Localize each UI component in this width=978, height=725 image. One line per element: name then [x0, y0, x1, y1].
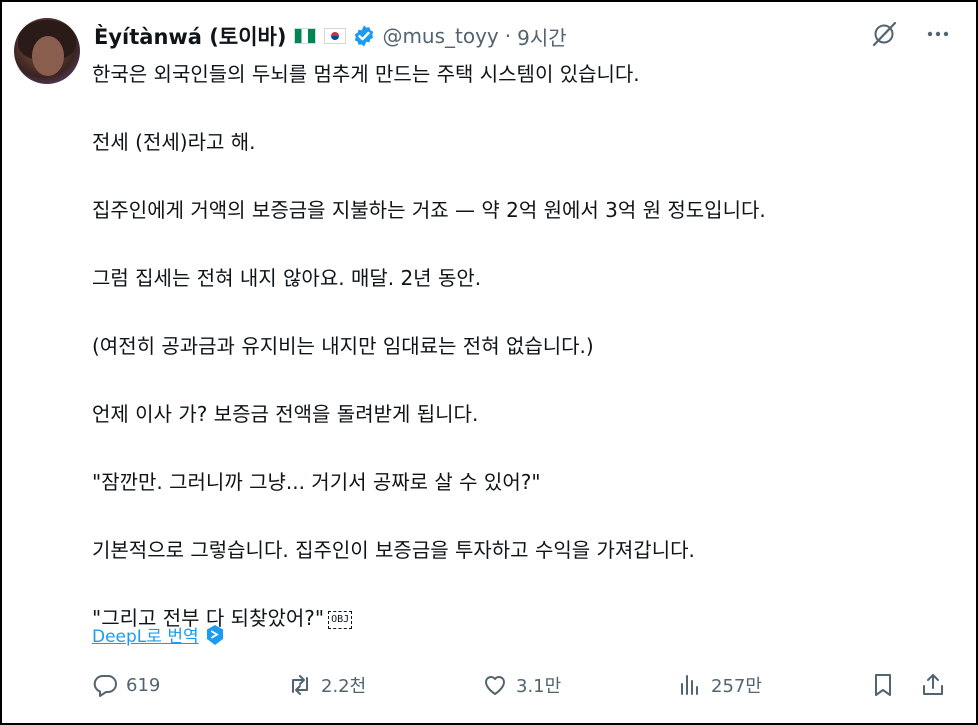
post-paragraph: "잠깐만. 그러니까 그냥... 거기서 공짜로 살 수 있어?" — [92, 470, 541, 494]
post-paragraph: (여전히 공과금과 유지비는 내지만 임대료는 전혀 없습니다.) — [92, 334, 594, 358]
retweet-icon — [292, 675, 308, 695]
post-paragraph: 집주인에게 거액의 보증금을 지불하는 거죠 — 약 2억 원에서 3억 원 정… — [92, 198, 766, 222]
views-button[interactable]: 257만 — [677, 672, 762, 698]
post-card: Èyítànwá (토이바) @mus_toyy · 9시간 한국은 외국인들의… — [0, 0, 978, 725]
separator-dot: · — [504, 24, 512, 48]
post-paragraph: 언제 이사 가? 보증금 전액을 돌려받게 됩니다. — [92, 402, 479, 426]
share-icon — [923, 674, 943, 695]
repost-button[interactable]: 2.2천 — [287, 672, 366, 698]
post-actions-bar: 619 2.2천 3.1만 257만 — [92, 672, 952, 706]
post-paragraph: 그럼 집세는 전혀 내지 않아요. 매달. 2년 동안. — [92, 266, 482, 290]
bookmark-icon — [875, 674, 891, 696]
translate-link[interactable]: DeepL로 번역 — [92, 622, 199, 647]
more-icon[interactable] — [924, 20, 952, 48]
like-count: 3.1만 — [516, 676, 562, 697]
post-paragraph: 한국은 외국인들의 두뇌를 멈추게 만드는 주택 시스템이 있습니다. — [92, 62, 640, 86]
reply-count: 619 — [126, 674, 161, 696]
like-icon — [485, 676, 505, 695]
like-button[interactable]: 3.1만 — [482, 672, 561, 698]
nigeria-flag-icon — [294, 28, 317, 44]
deepl-icon — [206, 624, 223, 645]
reply-button[interactable]: 619 — [92, 672, 160, 698]
object-replacement-glyph: OBJ — [328, 610, 353, 629]
share-button[interactable] — [920, 672, 946, 698]
post-body: 한국은 외국인들의 두뇌를 멈추게 만드는 주택 시스템이 있습니다. 전세 (… — [92, 57, 952, 635]
post-paragraph: 전세 (전세)라고 해. — [92, 130, 256, 154]
reply-icon — [93, 675, 117, 697]
repost-count: 2.2천 — [321, 676, 367, 697]
views-count: 257만 — [711, 676, 762, 697]
bookmark-button[interactable] — [870, 672, 896, 698]
avatar[interactable] — [14, 18, 80, 84]
author-handle[interactable]: @mus_toyy — [382, 24, 498, 48]
views-icon — [681, 675, 698, 695]
post-time[interactable]: 9시간 — [517, 22, 567, 51]
post-top-actions — [870, 20, 952, 48]
author-name[interactable]: Èyítànwá (토이바) — [94, 21, 286, 51]
post-paragraph: 기본적으로 그렇습니다. 집주인이 보증금을 투자하고 수익을 가져갑니다. — [92, 538, 695, 562]
verified-badge-icon[interactable] — [352, 24, 376, 48]
post-header: Èyítànwá (토이바) @mus_toyy · 9시간 — [94, 22, 567, 50]
south-korea-flag-icon — [324, 28, 347, 44]
translate-row: DeepL로 번역 — [92, 622, 225, 647]
avatar-face — [32, 36, 64, 76]
grok-icon[interactable] — [870, 20, 898, 48]
